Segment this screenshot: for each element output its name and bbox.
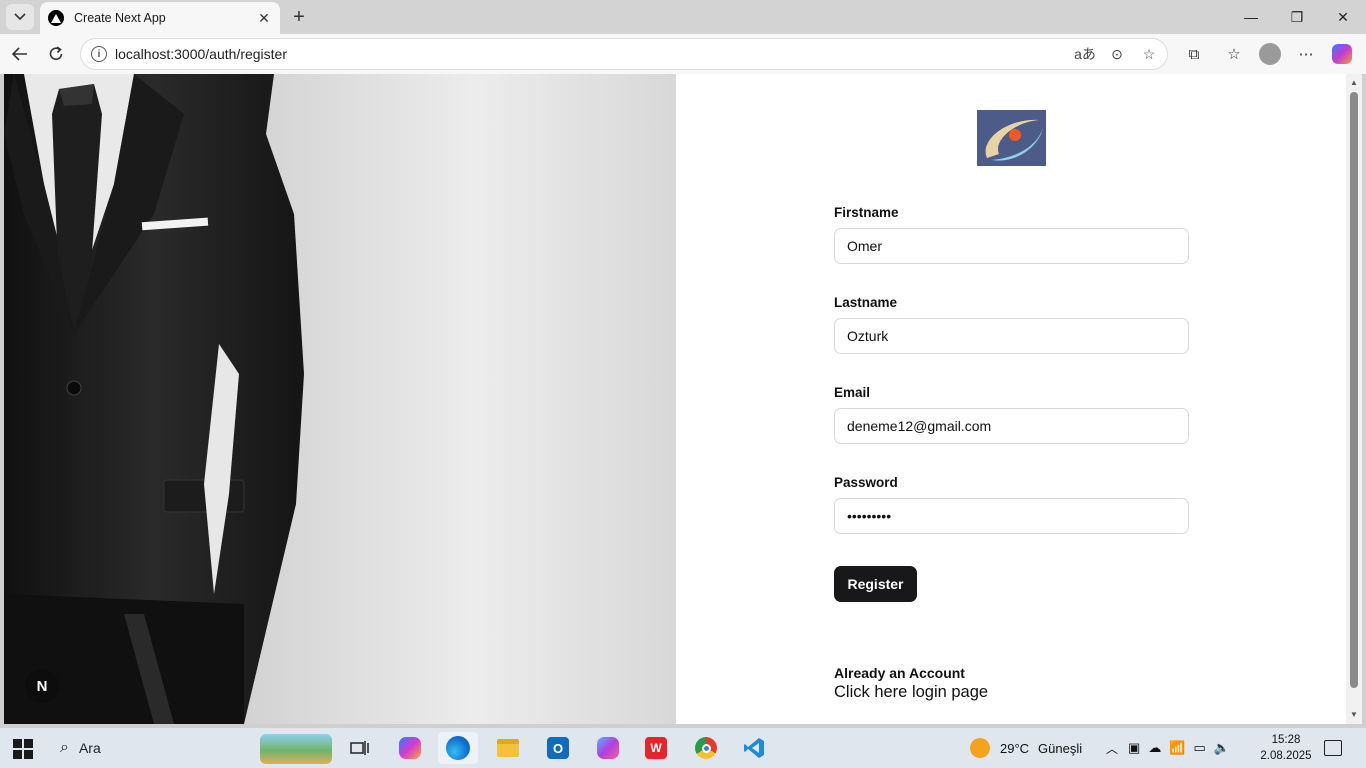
- lastname-label: Lastname: [834, 295, 898, 310]
- restore-icon[interactable]: ❐: [1274, 0, 1320, 34]
- clock-time: 15:28: [1271, 734, 1301, 746]
- address-bar[interactable]: i localhost:3000/auth/register aあ ⊙ ☆: [80, 38, 1168, 70]
- nextjs-dev-badge[interactable]: N: [25, 669, 59, 703]
- email-label: Email: [834, 385, 871, 400]
- battery-icon[interactable]: ▭: [1194, 740, 1206, 756]
- browser-toolbar: i localhost:3000/auth/register aあ ⊙ ☆ ⧉ …: [0, 34, 1366, 74]
- copilot-app-icon[interactable]: [390, 732, 430, 764]
- hero-suit-image: N: [4, 74, 676, 724]
- onedrive-icon[interactable]: ☁: [1148, 740, 1161, 756]
- wps-office-icon[interactable]: W: [636, 732, 676, 764]
- search-highlight-image: [260, 734, 332, 764]
- more-tools-icon[interactable]: ⊙: [1103, 40, 1131, 68]
- favorite-star-icon[interactable]: ☆: [1135, 40, 1163, 68]
- search-label: Ara: [78, 740, 101, 756]
- password-input[interactable]: •••••••••: [834, 498, 1189, 534]
- weather-temp: 29°C: [1000, 740, 1030, 756]
- task-view-icon[interactable]: [340, 732, 380, 764]
- edge-app-icon[interactable]: [438, 732, 478, 764]
- register-button[interactable]: Register: [834, 566, 917, 602]
- weather-desc: Güneşli: [1038, 740, 1083, 756]
- windows-start-icon[interactable]: [12, 738, 34, 760]
- lastname-input[interactable]: Ozturk: [834, 318, 1189, 354]
- url-text[interactable]: localhost:3000/auth/register: [115, 46, 1071, 62]
- vscode-icon[interactable]: [734, 732, 774, 764]
- window-close-icon[interactable]: ✕: [1320, 0, 1366, 34]
- windows-taskbar: ⌕ Ara O W 29°C Güneşli ︿ ▣ ☁ 📶 ▭ 🔈 15:28…: [0, 728, 1366, 768]
- notifications-icon[interactable]: [1324, 728, 1342, 768]
- sun-icon: [970, 738, 990, 758]
- reload-icon[interactable]: [42, 40, 70, 68]
- tray-overflow-chevron-icon[interactable]: ︿: [1106, 740, 1118, 757]
- password-group: Password •••••••••: [834, 475, 1189, 534]
- file-explorer-icon[interactable]: [488, 732, 528, 764]
- firstname-input[interactable]: Omer: [834, 228, 1189, 264]
- suit-illustration: [4, 74, 304, 724]
- scroll-thumb[interactable]: [1350, 92, 1358, 688]
- firstname-group: Firstname Omer: [834, 205, 1189, 264]
- login-link[interactable]: Click here login page: [834, 683, 988, 702]
- nextjs-favicon-icon: [48, 10, 64, 26]
- weather-widget[interactable]: 29°C Güneşli: [970, 728, 1082, 768]
- browser-tab[interactable]: Create Next App ✕: [40, 2, 280, 34]
- email-group: Email deneme12@gmail.com: [834, 385, 1189, 444]
- lastname-group: Lastname Ozturk: [834, 295, 1189, 354]
- scroll-down-icon[interactable]: ▼: [1349, 710, 1359, 719]
- password-label: Password: [834, 475, 898, 490]
- back-icon[interactable]: [6, 40, 34, 68]
- store-app-icon[interactable]: [588, 732, 628, 764]
- clock-date: 2.08.2025: [1260, 750, 1312, 762]
- already-account-text: Already an Account: [834, 665, 965, 681]
- profile-avatar-icon[interactable]: [1256, 40, 1284, 68]
- favorites-icon[interactable]: ☆: [1220, 40, 1248, 68]
- search-icon: ⌕: [60, 739, 69, 756]
- settings-more-icon[interactable]: ⋯: [1292, 40, 1320, 68]
- wifi-icon[interactable]: 📶: [1169, 740, 1185, 756]
- system-tray: ︿ ▣ ☁ 📶 ▭ 🔈: [1106, 728, 1230, 768]
- page-viewport: N Firstname Omer Lastname Ozturk Email d…: [4, 74, 1346, 724]
- firstname-label: Firstname: [834, 205, 899, 220]
- register-form: Firstname Omer Lastname Ozturk Email den…: [676, 74, 1346, 724]
- system-clock[interactable]: 15:28 2.08.2025: [1256, 732, 1316, 764]
- outlook-icon[interactable]: O: [538, 732, 578, 764]
- chrome-icon[interactable]: [686, 732, 726, 764]
- tab-actions-chevron-icon[interactable]: [6, 4, 34, 30]
- site-info-icon[interactable]: i: [91, 46, 107, 62]
- minimize-icon[interactable]: —: [1228, 0, 1274, 34]
- volume-icon[interactable]: 🔈: [1214, 740, 1230, 756]
- scroll-up-icon[interactable]: ▲: [1349, 78, 1359, 87]
- tab-title: Create Next App: [74, 11, 166, 25]
- extensions-icon[interactable]: ⧉: [1180, 40, 1208, 68]
- email-input[interactable]: deneme12@gmail.com: [834, 408, 1189, 444]
- new-tab-icon[interactable]: +: [286, 4, 312, 30]
- tab-close-icon[interactable]: ✕: [254, 8, 274, 28]
- brand-logo: [977, 110, 1046, 166]
- read-aloud-icon[interactable]: aあ: [1071, 40, 1099, 68]
- meet-now-icon[interactable]: ▣: [1128, 740, 1140, 756]
- copilot-icon[interactable]: [1328, 40, 1356, 68]
- taskbar-search[interactable]: ⌕ Ara: [50, 732, 335, 764]
- page-scrollbar[interactable]: ▲ ▼: [1346, 74, 1362, 724]
- browser-tab-bar: Create Next App ✕ + — ❐ ✕: [0, 0, 1366, 34]
